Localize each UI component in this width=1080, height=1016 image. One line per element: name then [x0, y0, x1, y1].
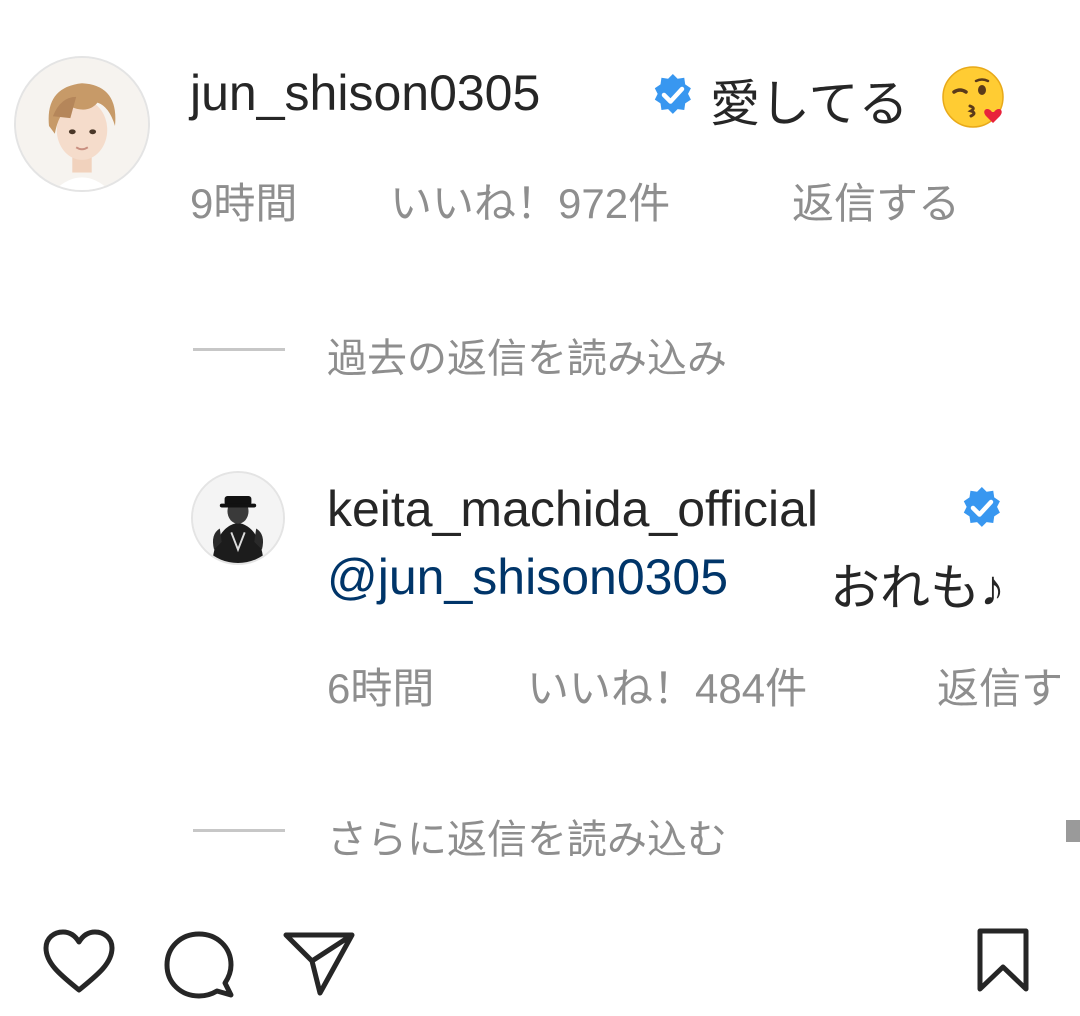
commenter-avatar-image: [16, 58, 148, 190]
reply-likes[interactable]: いいね！484件: [527, 655, 807, 716]
reply-avatar-image: [193, 473, 283, 563]
commenter-avatar[interactable]: [14, 56, 150, 192]
comment-timestamp: 9時間: [190, 180, 298, 227]
commenter-username[interactable]: jun_shison0305: [190, 64, 540, 122]
comment-reply-button[interactable]: 返信する: [792, 170, 960, 231]
share-icon[interactable]: [282, 931, 356, 1002]
comment-icon[interactable]: [163, 929, 235, 1004]
comment-text: 愛してる: [710, 76, 909, 132]
reply-timestamp: 6時間: [327, 665, 435, 712]
kiss-face-emoji-icon: [940, 62, 1010, 137]
heart-icon[interactable]: [42, 928, 116, 999]
replies-divider-line: [193, 829, 285, 832]
reply-reply-button[interactable]: 返信す: [937, 655, 1063, 716]
view-more-replies[interactable]: さらに返信を読み込む: [327, 807, 727, 865]
verified-badge-icon: [960, 486, 1004, 535]
reply-avatar[interactable]: [191, 471, 285, 565]
scroll-indicator: [1066, 820, 1080, 842]
comment-thread: jun_shison0305 愛してる 9時間 いいね！972件 返信する 過去…: [0, 0, 1080, 1016]
verified-badge-icon: [651, 73, 695, 122]
reply-mention-link[interactable]: @jun_shison0305: [327, 548, 728, 606]
view-previous-replies[interactable]: 過去の返信を読み込み: [327, 326, 727, 384]
reply-text: おれも♪: [830, 560, 1005, 616]
bookmark-icon[interactable]: [976, 927, 1030, 998]
replies-divider-line: [193, 348, 285, 351]
reply-username[interactable]: keita_machida_official: [327, 480, 818, 538]
comment-likes[interactable]: いいね！972件: [390, 170, 670, 231]
